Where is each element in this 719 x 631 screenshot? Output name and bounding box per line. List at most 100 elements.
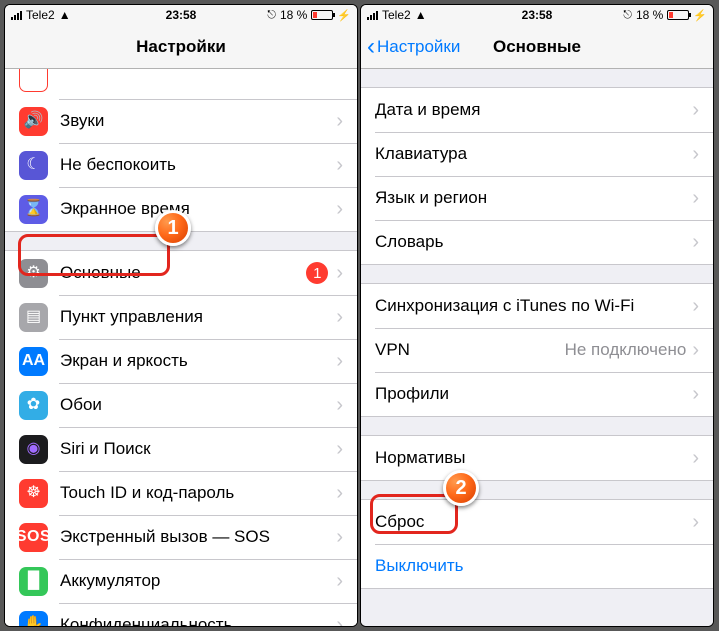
chevron-right-icon: ›: [692, 511, 699, 534]
chevron-right-icon: ›: [336, 526, 343, 549]
sos-icon: SOS: [19, 523, 48, 552]
toggles-icon: ▤: [19, 303, 48, 332]
row-label: Аккумулятор: [60, 571, 336, 591]
chevron-right-icon: ›: [692, 383, 699, 406]
moon-icon: ☾: [19, 151, 48, 180]
row-language[interactable]: Язык и регион ›: [361, 176, 713, 220]
siri-icon: ◉: [19, 435, 48, 464]
chevron-right-icon: ›: [336, 110, 343, 133]
status-bar: Tele2 ▲ 23:58 ⎋ 18 % ⚡: [5, 5, 357, 25]
row-siri[interactable]: ◉ Siri и Поиск ›: [5, 427, 357, 471]
page-title: Настройки: [136, 37, 226, 57]
chevron-right-icon: ›: [336, 438, 343, 461]
sounds-icon: 🔊: [19, 107, 48, 136]
carrier-label: Tele2: [382, 8, 411, 22]
update-badge: 1: [306, 262, 328, 284]
row-display[interactable]: AA Экран и яркость ›: [5, 339, 357, 383]
row-battery[interactable]: █ Аккумулятор ›: [5, 559, 357, 603]
row-reset[interactable]: Сброс ›: [361, 500, 713, 544]
row-dictionary[interactable]: Словарь ›: [361, 220, 713, 264]
row-label: Touch ID и код-пароль: [60, 483, 336, 503]
signal-icon: [11, 10, 22, 20]
chevron-right-icon: ›: [692, 295, 699, 318]
status-time: 23:58: [166, 8, 197, 22]
row-wallpaper[interactable]: ✿ Обои ›: [5, 383, 357, 427]
gear-icon: ⚙: [19, 259, 48, 288]
text-size-icon: AA: [19, 347, 48, 376]
back-button[interactable]: ‹ Настройки: [367, 35, 460, 59]
row-shutdown[interactable]: Выключить: [361, 544, 713, 588]
row-label: Экран и яркость: [60, 351, 336, 371]
screenshot-settings-root: Tele2 ▲ 23:58 ⎋ 18 % ⚡ Настройки 🔊 Звуки: [4, 4, 358, 627]
row-regulatory[interactable]: Нормативы ›: [361, 436, 713, 480]
row-notifications-partial[interactable]: [5, 69, 357, 99]
navbar: Настройки: [5, 25, 357, 69]
row-label: Выключить: [375, 556, 699, 576]
row-label: Звуки: [60, 111, 336, 131]
row-label: Дата и время: [375, 100, 692, 120]
row-control-center[interactable]: ▤ Пункт управления ›: [5, 295, 357, 339]
row-label: Профили: [375, 384, 692, 404]
row-label: Основные: [60, 263, 306, 283]
charging-icon: ⚡: [337, 9, 351, 22]
row-label: Экстренный вызов — SOS: [60, 527, 336, 547]
row-touchid[interactable]: ☸ Touch ID и код-пароль ›: [5, 471, 357, 515]
row-itunes-wifi[interactable]: Синхронизация с iTunes по Wi-Fi ›: [361, 284, 713, 328]
row-datetime[interactable]: Дата и время ›: [361, 88, 713, 132]
row-detail: Не подключено: [565, 340, 687, 360]
flower-icon: ✿: [19, 391, 48, 420]
chevron-right-icon: ›: [692, 339, 699, 362]
row-label: VPN: [375, 340, 565, 360]
wifi-icon: ▲: [415, 8, 427, 22]
hourglass-icon: ⌛: [19, 195, 48, 224]
chevron-right-icon: ›: [336, 262, 343, 285]
battery-percent: 18 %: [280, 8, 307, 22]
orientation-lock-icon: ⎋: [623, 9, 632, 22]
row-dnd[interactable]: ☾ Не беспокоить ›: [5, 143, 357, 187]
row-label: Обои: [60, 395, 336, 415]
row-label: Не беспокоить: [60, 155, 336, 175]
chevron-right-icon: ›: [336, 394, 343, 417]
annotation-step-2: 2: [443, 470, 479, 506]
chevron-right-icon: ›: [336, 570, 343, 593]
screenshot-settings-general: Tele2 ▲ 23:58 ⎋ 18 % ⚡ ‹ Настройки Основ…: [360, 4, 714, 627]
chevron-right-icon: ›: [692, 447, 699, 470]
row-sos[interactable]: SOS Экстренный вызов — SOS ›: [5, 515, 357, 559]
row-label: Сброс: [375, 512, 692, 532]
status-bar: Tele2 ▲ 23:58 ⎋ 18 % ⚡: [361, 5, 713, 25]
row-general[interactable]: ⚙ Основные 1 ›: [5, 251, 357, 295]
row-keyboard[interactable]: Клавиатура ›: [361, 132, 713, 176]
row-label: Конфиденциальность: [60, 615, 336, 626]
wifi-icon: ▲: [59, 8, 71, 22]
row-label: Нормативы: [375, 448, 692, 468]
row-sounds[interactable]: 🔊 Звуки ›: [5, 99, 357, 143]
page-title: Основные: [493, 37, 581, 57]
orientation-lock-icon: ⎋: [267, 9, 276, 22]
battery-percent: 18 %: [636, 8, 663, 22]
chevron-right-icon: ›: [336, 482, 343, 505]
row-label: Siri и Поиск: [60, 439, 336, 459]
navbar: ‹ Настройки Основные: [361, 25, 713, 69]
status-time: 23:58: [522, 8, 553, 22]
chevron-right-icon: ›: [692, 187, 699, 210]
chevron-right-icon: ›: [692, 143, 699, 166]
carrier-label: Tele2: [26, 8, 55, 22]
annotation-step-1: 1: [155, 210, 191, 246]
chevron-right-icon: ›: [336, 154, 343, 177]
row-label: Пункт управления: [60, 307, 336, 327]
row-label: Клавиатура: [375, 144, 692, 164]
chevron-right-icon: ›: [336, 350, 343, 373]
battery-row-icon: █: [19, 567, 48, 596]
signal-icon: [367, 10, 378, 20]
row-privacy[interactable]: ✋ Конфиденциальность ›: [5, 603, 357, 626]
chevron-left-icon: ‹: [367, 35, 375, 59]
notifications-icon: [19, 69, 48, 92]
chevron-right-icon: ›: [336, 614, 343, 627]
chevron-right-icon: ›: [336, 198, 343, 221]
fingerprint-icon: ☸: [19, 479, 48, 508]
row-profiles[interactable]: Профили ›: [361, 372, 713, 416]
battery-icon: [311, 10, 333, 20]
row-vpn[interactable]: VPN Не подключено ›: [361, 328, 713, 372]
row-label: Синхронизация с iTunes по Wi-Fi: [375, 296, 692, 316]
back-label: Настройки: [377, 37, 460, 57]
